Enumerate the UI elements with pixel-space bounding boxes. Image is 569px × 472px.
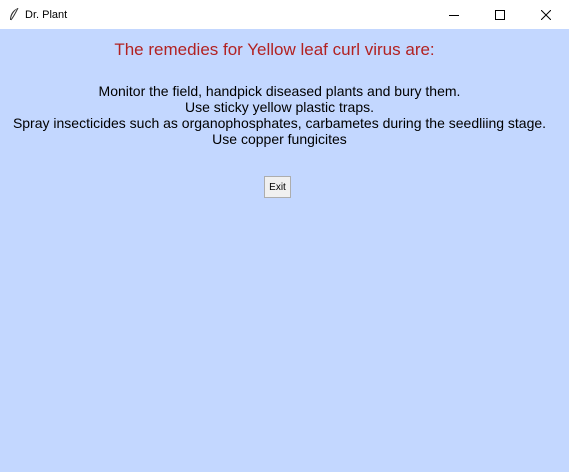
close-button[interactable]	[523, 0, 569, 29]
title-bar[interactable]: Dr. Plant	[0, 0, 569, 29]
remedies-heading: The remedies for Yellow leaf curl virus …	[114, 40, 435, 59]
remedies-list: Monitor the field, handpick diseased pla…	[0, 83, 559, 147]
remedy-line: Monitor the field, handpick diseased pla…	[98, 83, 461, 99]
feather-icon	[6, 7, 22, 23]
minimize-icon	[449, 14, 459, 16]
main-content: The remedies for Yellow leaf curl virus …	[0, 29, 569, 472]
close-icon	[541, 9, 551, 20]
exit-button[interactable]: Exit	[264, 176, 291, 198]
app-window: Dr. Plant The remedies for Yellow leaf c…	[0, 0, 569, 472]
remedy-line: Use copper fungicites	[212, 131, 347, 147]
minimize-button[interactable]	[431, 0, 477, 29]
remedy-line: Use sticky yellow plastic traps.	[184, 99, 375, 115]
maximize-button[interactable]	[477, 0, 523, 29]
window-title: Dr. Plant	[25, 8, 68, 21]
remedy-line: Spray insecticides such as organophospha…	[12, 115, 547, 131]
maximize-icon	[495, 9, 505, 20]
window-controls	[431, 0, 569, 29]
